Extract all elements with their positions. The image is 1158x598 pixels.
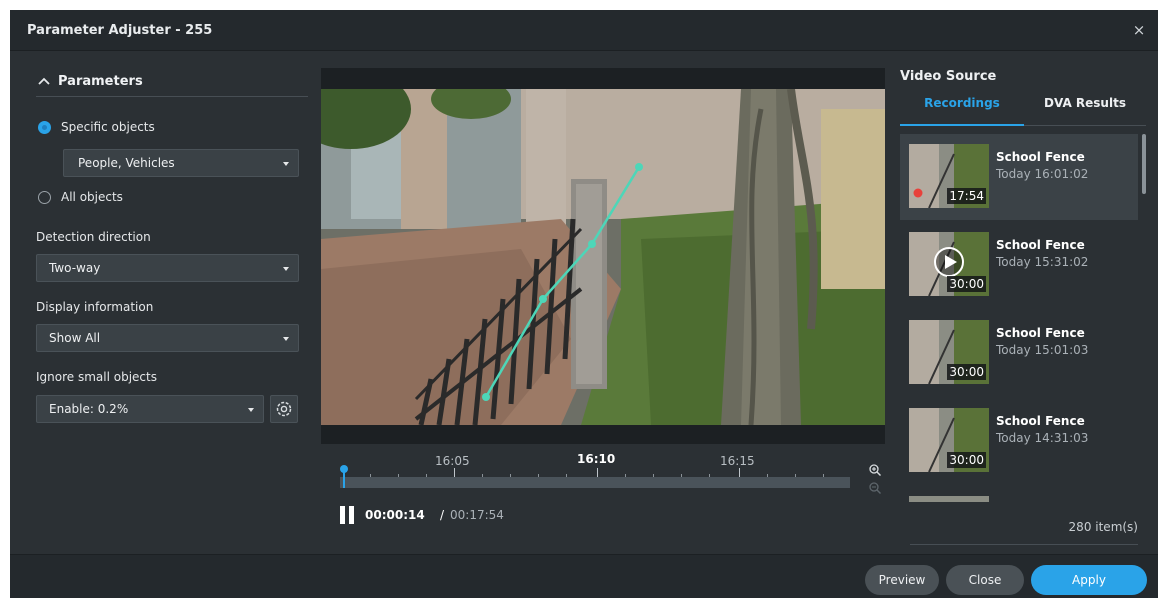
recordings-list: 17:54 School Fence Today 16:01:02 30:00 … [900,134,1146,502]
timeline-tick [398,474,399,477]
timeline-tick [538,474,539,477]
detection-direction-label: Detection direction [36,230,151,244]
timeline-tick [482,474,483,477]
timeline-tick [681,474,682,477]
recording-name: School Fence [996,238,1085,252]
ignore-small-objects-value: Enable: 0.2% [49,402,129,416]
tab-recordings[interactable]: Recordings [900,96,1024,126]
specific-objects-label: Specific objects [61,120,155,134]
timeline-playhead-handle[interactable] [340,465,348,473]
video-source-title: Video Source [900,69,997,84]
recording-dot-icon [913,188,923,198]
parameters-section-title: Parameters [58,74,143,89]
detection-direction-select[interactable]: Two-way [36,254,299,282]
recording-time: Today 14:31:03 [996,431,1089,445]
display-information-select[interactable]: Show All [36,324,299,352]
timeline-tick [823,474,824,477]
detection-direction-value: Two-way [49,261,101,275]
list-item[interactable]: 30:00 School Fence Today 14:31:03 [900,398,1138,484]
list-item-partial[interactable] [900,486,1138,502]
caret-down-icon [283,162,289,166]
timeline-label: 16:05 [435,454,470,468]
parameters-section-header[interactable]: Parameters [36,73,308,97]
pause-icon[interactable] [340,506,354,524]
item-count: 280 item(s) [1068,520,1138,534]
close-icon[interactable]: × [1130,21,1148,39]
timeline-tick [739,468,740,477]
recording-time: Today 16:01:02 [996,167,1089,181]
timeline-tick [767,474,768,477]
zoom-out-icon[interactable] [868,481,882,495]
recording-duration: 17:54 [947,188,986,204]
parameters-panel: Parameters Specific objects People, Vehi… [10,52,320,552]
recording-thumbnail: 30:00 [909,320,989,384]
recording-duration: 30:00 [947,364,986,380]
timeline-tick [653,474,654,477]
timeline-tick [625,474,626,477]
display-information-value: Show All [49,331,101,345]
divider [910,544,1138,545]
display-information-label: Display information [36,300,154,314]
timeline[interactable]: 16:05 16:10 16:15 [340,450,881,500]
timeline-tick [795,474,796,477]
parameter-adjuster-dialog: Parameter Adjuster - 255 × Parameters Sp… [10,10,1158,598]
video-source-tabs: Recordings DVA Results [900,90,1146,126]
timeline-tick [426,474,427,477]
total-time: 00:17:54 [450,508,504,522]
timeline-track[interactable] [340,477,850,488]
list-item[interactable]: 30:00 School Fence Today 15:31:02 [900,222,1138,308]
specific-objects-value: People, Vehicles [78,156,175,170]
timeline-label-current: 16:10 [577,452,616,466]
preview-button[interactable]: Preview [865,565,939,595]
current-time: 00:00:14 [365,508,425,522]
list-scrollbar[interactable] [1142,134,1146,194]
title-bar: Parameter Adjuster - 255 × [10,10,1158,51]
ignore-small-objects-settings-button[interactable] [270,395,298,423]
time-separator: / [440,508,445,522]
camera-video-frame[interactable] [321,89,885,425]
radio-unselected-icon [38,191,51,204]
recording-name: School Fence [996,326,1085,340]
recording-name: School Fence [996,150,1085,164]
recording-time: Today 15:01:03 [996,343,1089,357]
timeline-tick [566,474,567,477]
recording-duration: 30:00 [947,452,986,468]
caret-down-icon [248,408,254,412]
timeline-tick [709,474,710,477]
play-icon [934,247,964,277]
timeline-label: 16:15 [720,454,755,468]
radio-selected-icon [38,121,51,134]
timeline-tick [454,468,455,477]
playback-controls: 00:00:14 / 00:17:54 [340,506,640,526]
timeline-tick [510,474,511,477]
specific-objects-select[interactable]: People, Vehicles [63,149,299,177]
recording-thumbnail: 30:00 [909,232,989,296]
ignore-small-objects-label: Ignore small objects [36,370,157,384]
ignore-small-objects-select[interactable]: Enable: 0.2% [36,395,264,423]
apply-button[interactable]: Apply [1031,565,1147,595]
dialog-footer: Preview Close Apply [10,554,1158,598]
recording-duration: 30:00 [947,276,986,292]
caret-down-icon [283,337,289,341]
recording-thumbnail [909,496,989,502]
chevron-up-icon [38,77,50,85]
all-objects-label: All objects [61,190,123,204]
list-item[interactable]: 17:54 School Fence Today 16:01:02 [900,134,1138,220]
recording-thumbnail: 17:54 [909,144,989,208]
caret-down-icon [283,267,289,271]
zoom-in-icon[interactable] [868,463,882,477]
timeline-tick [597,468,598,477]
gear-icon [276,401,292,417]
video-source-panel: Video Source Recordings DVA Results 17:5… [900,68,1150,558]
recording-time: Today 15:31:02 [996,255,1089,269]
tab-dva-results[interactable]: DVA Results [1024,96,1146,126]
list-item[interactable]: 30:00 School Fence Today 15:01:03 [900,310,1138,396]
recording-thumbnail: 30:00 [909,408,989,472]
dialog-title: Parameter Adjuster - 255 [27,23,213,38]
close-button[interactable]: Close [946,565,1024,595]
recording-name: School Fence [996,414,1085,428]
timeline-tick [370,474,371,477]
